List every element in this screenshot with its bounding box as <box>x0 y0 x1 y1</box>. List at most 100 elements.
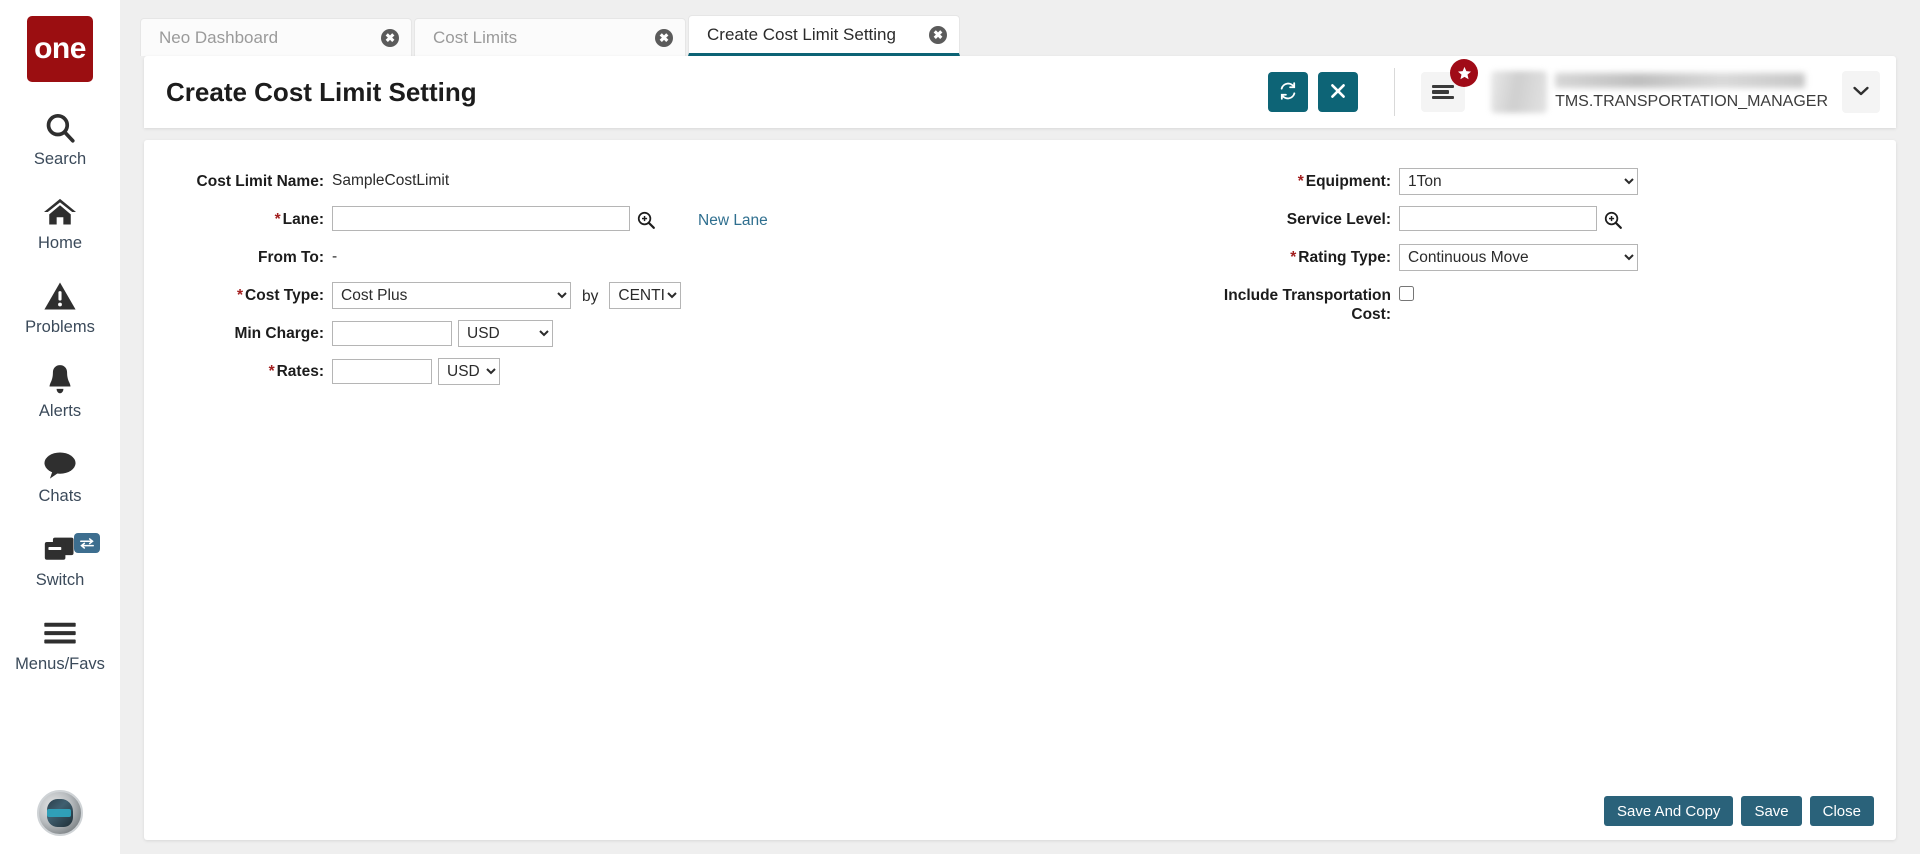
equipment-select[interactable]: 1Ton <box>1399 168 1638 195</box>
user-account-block[interactable]: TMS.TRANSPORTATION_MANAGER <box>1491 71 1828 113</box>
switch-windows-icon <box>42 529 78 569</box>
required-marker: * <box>1290 249 1297 266</box>
service-level-search-icon[interactable] <box>1603 208 1623 230</box>
cost-type-label: * Cost Type: <box>192 282 324 305</box>
refresh-icon <box>1278 81 1298 104</box>
equipment-label: * Equipment: <box>1213 168 1391 191</box>
min-charge-input[interactable] <box>332 321 452 346</box>
form-footer: Save And Copy Save Close <box>144 782 1896 840</box>
include-transportation-cost-checkbox[interactable] <box>1399 286 1414 301</box>
include-transportation-cost-label: Include Transportation Cost: <box>1213 282 1391 325</box>
field-equipment: * Equipment: 1Ton <box>1213 168 1638 198</box>
sidebar-item-home-label: Home <box>37 234 82 253</box>
rating-type-select[interactable]: Continuous Move <box>1399 244 1638 271</box>
close-page-button[interactable] <box>1318 72 1359 112</box>
logo-text: one <box>34 32 86 65</box>
service-level-label: Service Level: <box>1286 211 1391 228</box>
header-menu-button[interactable] <box>1421 59 1479 112</box>
new-lane-link[interactable]: New Lane <box>698 208 768 230</box>
robot-visor-shape <box>47 809 71 817</box>
star-icon <box>1450 59 1479 87</box>
min-charge-currency-select[interactable]: USD <box>458 320 553 347</box>
user-menu-toggle[interactable] <box>1842 71 1880 113</box>
hamburger-bar <box>1432 90 1450 94</box>
sidebar-item-search[interactable]: Search <box>0 108 120 168</box>
sidebar-item-search-label: Search <box>33 150 87 168</box>
field-cost-limit-name: Cost Limit Name: SampleCostLimit <box>192 168 768 198</box>
field-from-to: From To: - <box>192 244 768 274</box>
from-to-label: From To: <box>257 249 324 266</box>
hamburger-bar <box>1432 96 1455 100</box>
page-header: Create Cost Limit Setting TMS.TRANSPORTA… <box>144 56 1896 128</box>
include-transportation-cost-label-line1: Include Transportation <box>1223 287 1391 304</box>
field-include-transportation-cost: Include Transportation Cost: <box>1213 282 1638 325</box>
sidebar-item-alerts-label: Alerts <box>38 402 82 421</box>
tab-cost-limits[interactable]: Cost Limits ✖ <box>414 18 686 56</box>
service-level-input[interactable] <box>1399 206 1597 231</box>
rating-type-label-text: Rating Type: <box>1298 249 1391 266</box>
user-role-label: TMS.TRANSPORTATION_MANAGER <box>1555 92 1828 110</box>
tab-label: Create Cost Limit Setting <box>707 24 896 44</box>
rates-label-text: Rates: <box>276 363 324 380</box>
hamburger-bar <box>1432 84 1455 88</box>
form-area: Cost Limit Name: SampleCostLimit *Lane: <box>144 140 1896 782</box>
required-marker: * <box>237 287 244 304</box>
lane-label: * Lane: <box>192 206 324 229</box>
sidebar-item-switch-label: Switch <box>35 570 85 589</box>
tab-close-icon[interactable]: ✖ <box>929 25 947 44</box>
sidebar-item-switch[interactable]: Switch <box>0 529 120 589</box>
sidebar-item-alerts[interactable]: Alerts <box>0 360 120 420</box>
field-rating-type: * Rating Type: Continuous Move <box>1213 244 1638 274</box>
main-region: Neo Dashboard ✖ Cost Limits ✖ Create Cos… <box>120 0 1920 854</box>
lane-input[interactable] <box>332 206 630 231</box>
rates-input[interactable] <box>332 359 432 384</box>
one-network-logo[interactable]: one <box>27 16 93 82</box>
form-column-right: * Equipment: 1Ton Service Level: * Ratin… <box>1213 168 1638 782</box>
tab-create-cost-limit-setting[interactable]: Create Cost Limit Setting ✖ <box>688 15 960 56</box>
page-title: Create Cost Limit Setting <box>166 76 477 107</box>
robot-assistant-avatar[interactable] <box>37 790 83 836</box>
close-button[interactable]: Close <box>1809 796 1874 826</box>
search-icon <box>43 108 77 148</box>
tab-close-icon[interactable]: ✖ <box>381 28 399 47</box>
tab-strip: Neo Dashboard ✖ Cost Limits ✖ Create Cos… <box>120 0 1920 56</box>
tab-neo-dashboard[interactable]: Neo Dashboard ✖ <box>140 18 412 56</box>
save-and-copy-button[interactable]: Save And Copy <box>1604 796 1734 826</box>
sidebar-item-problems[interactable]: Problems <box>0 276 120 336</box>
field-rates: * Rates: USD <box>192 358 768 388</box>
bottom-spacer <box>120 840 1920 854</box>
sidebar-item-problems-label: Problems <box>25 318 95 337</box>
sidebar-item-home[interactable]: Home <box>0 192 120 252</box>
unit-select[interactable]: CENTIMETER <box>609 282 682 309</box>
app-root: one Search Home Problems Alerts Chats Sw… <box>0 0 1920 854</box>
by-label: by <box>582 288 599 305</box>
user-texts: TMS.TRANSPORTATION_MANAGER <box>1555 72 1828 111</box>
sidebar-item-chats-label: Chats <box>38 486 82 505</box>
lane-search-icon[interactable] <box>636 208 656 230</box>
required-marker: * <box>1297 173 1304 190</box>
save-button[interactable]: Save <box>1741 796 1802 826</box>
warning-triangle-icon <box>43 276 77 316</box>
field-min-charge: Min Charge: USD <box>192 320 768 350</box>
rates-currency-select[interactable]: USD <box>438 358 500 385</box>
tab-close-icon[interactable]: ✖ <box>655 28 673 47</box>
rating-type-label: * Rating Type: <box>1213 244 1391 267</box>
required-marker: * <box>274 211 281 228</box>
form-column-left: Cost Limit Name: SampleCostLimit *Lane: <box>192 168 768 782</box>
sidebar-item-menus-favs[interactable]: Menus/Favs <box>0 613 120 673</box>
cost-type-select[interactable]: Cost Plus <box>332 282 571 309</box>
home-icon <box>42 192 78 232</box>
swap-arrows-icon[interactable] <box>74 532 100 553</box>
header-divider <box>1394 68 1396 116</box>
equipment-label-text: Equipment: <box>1305 173 1391 190</box>
field-lane: * Lane: New Lane <box>192 206 768 236</box>
chevron-down-icon <box>1853 83 1869 101</box>
refresh-button[interactable] <box>1268 72 1309 112</box>
bell-icon <box>44 360 76 400</box>
sidebar-item-chats[interactable]: Chats <box>0 445 120 505</box>
form-panel: Cost Limit Name: SampleCostLimit *Lane: <box>144 140 1896 840</box>
user-name-redacted <box>1555 72 1806 88</box>
chat-bubble-icon <box>42 445 78 485</box>
sidebar-item-menus-favs-label: Menus/Favs <box>15 654 105 673</box>
field-service-level: Service Level: <box>1213 206 1638 236</box>
